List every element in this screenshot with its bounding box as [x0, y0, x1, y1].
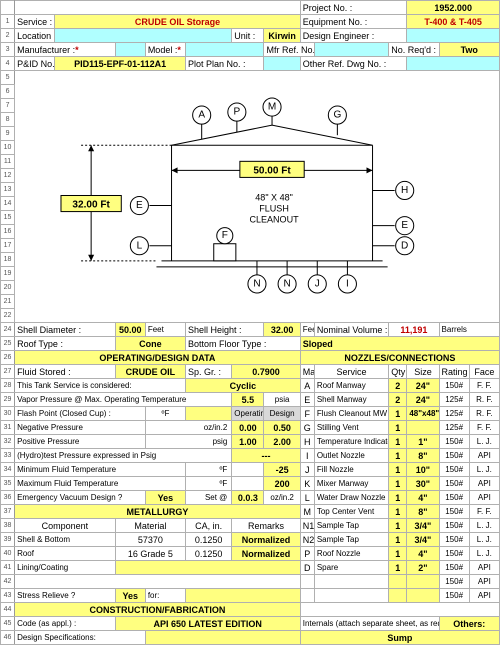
svg-text:48" X 48": 48" X 48": [255, 193, 293, 203]
svg-text:J: J: [315, 278, 320, 289]
shell-h: 32.00: [264, 323, 300, 337]
design-eng-label: Design Engineer :: [300, 29, 407, 43]
service-label: Service :: [15, 15, 55, 29]
col-mark: Mark: [300, 365, 314, 379]
svg-text:CLEANOUT: CLEANOUT: [250, 215, 300, 225]
roof-type: Cone: [115, 337, 185, 351]
fluid-label: Fluid Stored :: [15, 365, 116, 379]
roof-type-label: Roof Type :: [15, 337, 116, 351]
svg-text:M: M: [268, 102, 276, 113]
svg-text:P: P: [234, 107, 241, 118]
svg-text:L: L: [137, 240, 143, 251]
shell-dia: 50.00: [115, 323, 145, 337]
svg-text:A: A: [198, 110, 205, 121]
fluid: CRUDE OIL: [115, 365, 185, 379]
bottom-floor: Sloped: [300, 337, 499, 351]
dim-height: 32.00 Ft: [73, 200, 111, 211]
dim-width: 50.00 Ft: [253, 165, 291, 176]
bottom-floor-label: Bottom Floor Type :: [186, 337, 301, 351]
spec-sheet: Project No. : 1952.000 1 Service : CRUDE…: [0, 0, 500, 645]
band-metallurgy: METALLURGY: [15, 505, 301, 519]
mfr-ref-label: Mfr Ref. No. :*: [264, 43, 314, 57]
project-no-label: Project No. :: [300, 1, 407, 15]
spgr: 0.7900: [232, 365, 300, 379]
col-qty: Qty: [389, 365, 407, 379]
svg-text:N: N: [284, 278, 291, 289]
pid-value: PID115-EPF-01-112A1: [55, 57, 186, 71]
svg-text:I: I: [346, 278, 349, 289]
equipment-no-label: Equipment No. :: [300, 15, 407, 29]
model-label: Model :*: [145, 43, 185, 57]
no-reqd-label: No. Req'd :: [389, 43, 439, 57]
unit-value: Kirwin: [264, 29, 300, 43]
shell-h-label: Shell Height :: [186, 323, 264, 337]
service-value: CRUDE OIL Storage: [55, 15, 300, 29]
unit-label: Unit :: [232, 29, 264, 43]
spgr-label: Sp. Gr. :: [186, 365, 232, 379]
svg-text:H: H: [401, 185, 408, 196]
other-ref-label: Other Ref. Dwg No. :: [300, 57, 407, 71]
band-operating: OPERATING/DESIGN DATA: [15, 351, 301, 365]
svg-text:G: G: [334, 110, 342, 121]
svg-text:FLUSH: FLUSH: [259, 204, 289, 214]
svg-text:N: N: [253, 278, 260, 289]
svg-text:E: E: [136, 200, 143, 211]
col-service: Service: [314, 365, 388, 379]
project-no: 1952.000: [407, 1, 500, 15]
col-face: Face: [469, 365, 499, 379]
code-spec: API 650 LATEST EDITION: [115, 617, 300, 631]
svg-text:E: E: [401, 220, 408, 231]
svg-text:D: D: [401, 240, 408, 251]
no-reqd: Two: [439, 43, 499, 57]
tank-diagram: 50.00 Ft 32.00 Ft 48" X 48" FLUSH CLEANO…: [15, 71, 500, 323]
band-nozzles: NOZZLES/CONNECTIONS: [300, 351, 499, 365]
svg-text:F: F: [222, 230, 228, 241]
col-rating: Rating: [439, 365, 469, 379]
col-size: Size: [407, 365, 439, 379]
location-label: Location :: [15, 29, 55, 43]
node-F: F: [217, 228, 233, 244]
pid-label: P&ID No. :: [15, 57, 55, 71]
band-construction: CONSTRUCTION/FABRICATION: [15, 603, 301, 617]
manufacturer-label: Manufacturer :*: [15, 43, 116, 57]
shell-dia-label: Shell Diameter :: [15, 323, 116, 337]
plotplan-label: Plot Plan No. :: [186, 57, 264, 71]
nom-vol: 11,191: [389, 323, 439, 337]
equipment-no: T-400 & T-405: [407, 15, 500, 29]
nom-vol-label: Nominal Volume :: [314, 323, 388, 337]
